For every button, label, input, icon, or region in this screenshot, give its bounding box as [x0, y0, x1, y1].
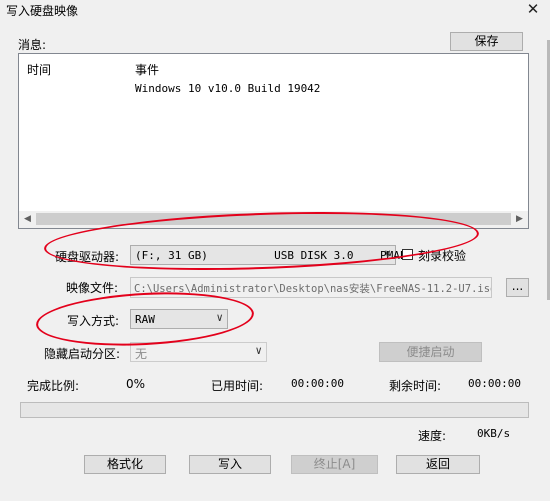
scroll-right-icon[interactable]: ▶	[511, 211, 528, 228]
write-button[interactable]: 写入	[189, 455, 271, 474]
speed-value: 0KB/s	[477, 427, 511, 440]
scroll-left-icon[interactable]: ◀	[19, 211, 36, 228]
message-list[interactable]: 时间 事件 Windows 10 v10.0 Build 19042	[18, 53, 529, 229]
quick-boot-button[interactable]: 便捷启动	[379, 342, 482, 362]
elapsed-label: 已用时间:	[211, 379, 264, 393]
percent-label: 完成比例:	[27, 379, 80, 393]
list-item: Windows 10 v10.0 Build 19042	[135, 82, 321, 95]
elapsed-value: 00:00:00	[291, 377, 344, 390]
column-header-time[interactable]: 时间	[27, 61, 51, 78]
percent-value: 0%	[126, 377, 146, 391]
save-button[interactable]: 保存	[450, 32, 523, 51]
remaining-label: 剩余时间:	[389, 379, 442, 393]
chevron-down-icon: ∨	[255, 344, 262, 357]
stop-button[interactable]: 终止[A]	[291, 455, 378, 474]
column-header-event[interactable]: 事件	[135, 61, 159, 78]
back-button[interactable]: 返回	[396, 455, 480, 474]
format-button[interactable]: 格式化	[84, 455, 166, 474]
progress-bar	[20, 402, 529, 418]
hidden-partition-value: 无	[135, 347, 148, 361]
browse-button[interactable]: ...	[506, 278, 529, 297]
remaining-value: 00:00:00	[468, 377, 521, 390]
image-file-label: 映像文件:	[66, 281, 119, 295]
window-title: 写入硬盘映像	[6, 4, 79, 18]
hidden-partition-label: 隐藏启动分区:	[44, 347, 121, 361]
speed-label: 速度:	[418, 429, 447, 443]
messages-label: 消息:	[18, 38, 47, 52]
hidden-partition-select[interactable]: 无 ∨	[130, 342, 267, 362]
close-icon[interactable]: ✕	[522, 0, 544, 20]
